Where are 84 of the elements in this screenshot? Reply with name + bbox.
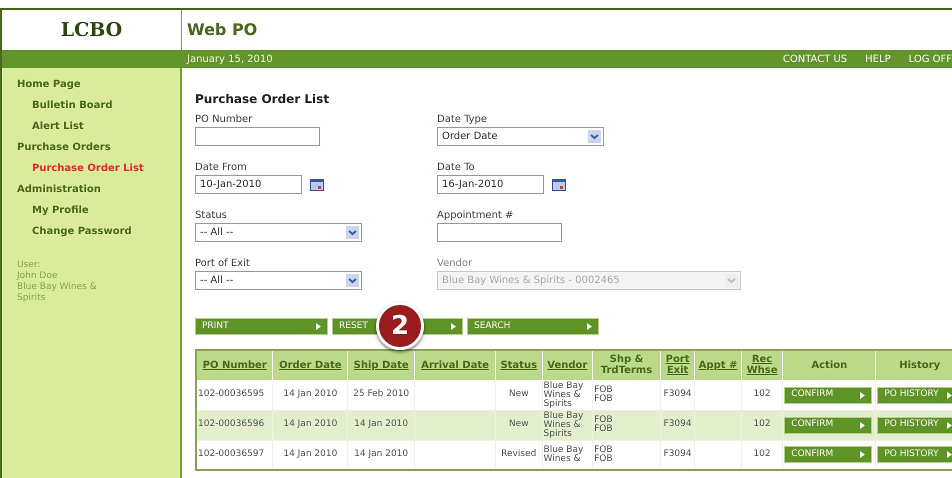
action-button[interactable]: CONFIRM <box>784 446 872 464</box>
table-cell-text: New <box>508 418 530 432</box>
table-cell-text: Revised <box>500 448 538 461</box>
input-field[interactable]: 10-Jan-2010 <box>195 175 302 194</box>
arrow-icon <box>860 392 866 398</box>
input-field[interactable] <box>437 223 562 242</box>
user-info: Blue Bay Wines & Spirits <box>17 282 98 304</box>
column-header: Shp & TrdTerms <box>600 354 654 376</box>
column-header: History <box>898 360 942 371</box>
field-label: Date To <box>437 161 476 175</box>
arrow-icon <box>947 451 952 458</box>
table-cell-text: 102-00036597 <box>198 448 266 461</box>
arrow-icon <box>947 422 952 428</box>
table-cell-text: 102-00036595 <box>198 388 266 402</box>
nav-subitem[interactable]: Change Password <box>17 225 180 246</box>
dropdown[interactable]: -- All -- <box>195 223 362 242</box>
table-cell-text: 14 Jan 2010 <box>282 448 338 461</box>
table-cell-text: Blue Bay Wines & Spirits <box>544 412 584 438</box>
field-label: Port of Exit <box>195 257 251 271</box>
field-label: Appointment # <box>437 209 514 223</box>
top-link[interactable]: CONTACT US <box>782 52 848 66</box>
dropdown[interactable]: -- All -- <box>195 271 362 290</box>
nav-item[interactable]: Home Page <box>17 78 180 99</box>
table-cell-text: 102-00036596 <box>198 418 266 432</box>
nav-subitem[interactable]: My Profile <box>17 204 180 225</box>
user-info: John Doe <box>17 271 58 282</box>
nav-subitem[interactable]: Bulletin Board <box>17 99 180 120</box>
table-cell-text: Blue Bay Wines & <box>544 446 584 464</box>
table-cell-text: 14 Jan 2010 <box>282 418 338 432</box>
action-button[interactable]: CONFIRM <box>784 416 872 434</box>
input-field[interactable] <box>195 127 320 146</box>
field-label: Date Type <box>437 113 488 127</box>
field-label: Status <box>195 209 228 223</box>
top-link[interactable]: HELP <box>865 52 891 66</box>
input-field[interactable]: 16-Jan-2010 <box>437 175 544 194</box>
table-cell-text: FOB FOB <box>594 386 614 404</box>
table-cell-text: F3094 <box>662 418 693 432</box>
action-button[interactable]: PO HISTORY <box>877 416 952 434</box>
date-text: January 15, 2010 <box>186 52 273 66</box>
action-button[interactable]: PRINT <box>195 318 328 335</box>
app-title: Web PO <box>187 19 258 41</box>
nav-subitem[interactable]: Alert List <box>17 120 180 141</box>
table-cell-text: New <box>508 388 530 402</box>
arrow-icon <box>860 451 866 458</box>
table-cell-text: 14 Jan 2010 <box>353 448 410 461</box>
table-cell-text: 102 <box>752 448 772 461</box>
table-cell-text: 25 Feb 2010 <box>352 388 410 402</box>
chevron-icon <box>725 274 738 287</box>
calendar-icon[interactable] <box>552 178 566 190</box>
chevron-icon <box>346 226 359 239</box>
column-header: Action <box>810 360 848 371</box>
step-callout-overlay: 2 <box>376 302 424 350</box>
table-cell-text: 102 <box>752 388 772 402</box>
calendar-icon[interactable] <box>310 178 324 190</box>
action-button[interactable]: PO HISTORY <box>877 446 952 464</box>
top-link[interactable]: LOG OFF <box>908 52 952 66</box>
arrow-icon <box>451 323 456 330</box>
arrow-icon <box>316 323 321 330</box>
user-info: User: <box>17 260 42 271</box>
nav-item[interactable]: Purchase Orders <box>17 141 180 162</box>
field-label: Vendor <box>437 257 474 271</box>
table-cell-text: 14 Jan 2010 <box>282 388 338 402</box>
table-cell-text: 102 <box>752 418 772 432</box>
action-button[interactable]: SEARCH <box>467 318 599 335</box>
arrow-icon <box>947 392 952 398</box>
table-cell-text: FOB FOB <box>594 446 614 464</box>
nav-item[interactable]: Administration <box>17 183 180 204</box>
field-label: Date From <box>195 161 248 175</box>
table-cell-text: FOB FOB <box>594 416 614 434</box>
dropdown[interactable]: Order Date <box>437 127 604 146</box>
logo: LCBO <box>60 18 122 43</box>
nav-subitem[interactable]: Purchase Order List <box>17 162 180 183</box>
field-label: PO Number <box>195 113 254 127</box>
action-button[interactable]: PO HISTORY <box>877 386 952 404</box>
table-cell-text: F3094 <box>662 448 693 461</box>
chevron-icon <box>346 274 359 287</box>
table-cell-text: F3094 <box>662 388 693 402</box>
page-title: Purchase Order List <box>195 91 330 108</box>
chevron-icon <box>588 130 601 143</box>
arrow-icon <box>860 422 866 428</box>
action-button[interactable]: CONFIRM <box>784 386 872 404</box>
table-cell-text: 14 Jan 2010 <box>353 418 410 432</box>
table-cell-text: Blue Bay Wines & Spirits <box>544 382 584 408</box>
arrow-icon <box>587 323 592 330</box>
